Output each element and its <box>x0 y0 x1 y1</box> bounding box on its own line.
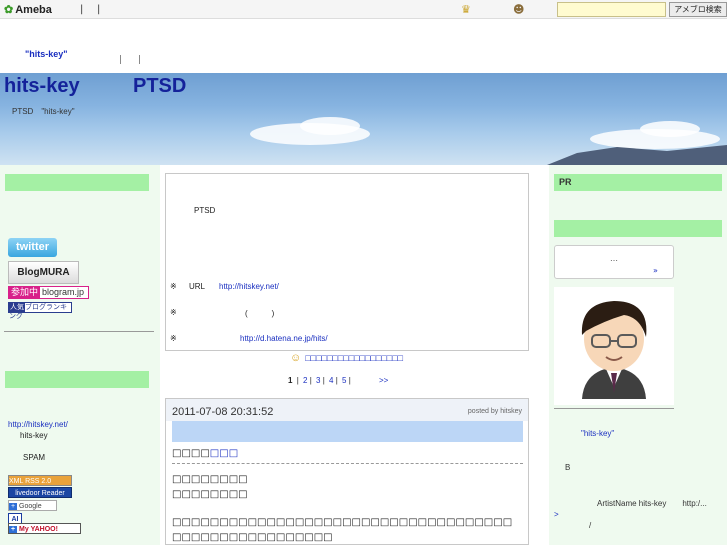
pr-heading: PR <box>554 174 722 191</box>
blogram-button[interactable]: 参加中 blogram.jp <box>8 286 89 299</box>
profile-name: hits-key <box>20 431 48 440</box>
profile-url-link[interactable]: http://hitskey.net/ <box>219 282 279 291</box>
topbar-separator: | <box>97 4 101 15</box>
page-link[interactable]: 5 <box>342 376 346 385</box>
speech-bubble: … » <box>554 245 674 279</box>
livedoor-reader-button[interactable]: livedoor Reader <box>8 487 72 498</box>
page-link[interactable]: 4 <box>329 376 333 385</box>
search-input[interactable] <box>557 2 666 17</box>
pagination: 1 | 2 | 3 | 4 | 5 | >> <box>288 376 389 385</box>
divider <box>4 331 154 332</box>
info-label: B <box>565 463 571 472</box>
info-text: / <box>589 521 592 530</box>
next-page-link[interactable]: >> <box>379 376 388 385</box>
divider <box>554 408 674 409</box>
ameba-topbar: ✿ Ameba | | ♛ ☻ アメブロ検索 <box>0 0 727 19</box>
blog-title[interactable]: hits-key <box>4 75 80 98</box>
profile-url-label: URL <box>189 282 206 291</box>
avatar[interactable] <box>554 287 674 405</box>
page-current: 1 <box>288 376 293 385</box>
right-sidebar: PR … » "hits-key" B ArtistName hits-key … <box>549 165 727 545</box>
cloud <box>300 117 360 135</box>
sub-header-separator: | <box>119 55 123 65</box>
entry-date: 2011-07-08 20:31:52 <box>172 406 274 418</box>
entry-body-line: □□□□□□□□□□□□□□□□□□□□□□□□□□□□□□□□□□□□ <box>172 517 513 528</box>
more-link[interactable]: » <box>653 266 658 275</box>
avatar-illustration <box>581 301 647 399</box>
sub-header-link[interactable]: "hits-key" <box>25 49 68 59</box>
sub-header: "hits-key" | | <box>0 19 727 73</box>
page-link[interactable]: 2 <box>303 376 307 385</box>
entry-body-line: □□□□□□□□□□□□□□□□□ <box>172 532 333 543</box>
blog-banner: hits-key PTSD PTSD "hits-key" <box>0 73 727 165</box>
entry-body-line: □□□□□□□□ <box>172 489 248 500</box>
page-link[interactable]: 3 <box>316 376 320 385</box>
plus-icon: + <box>9 503 18 510</box>
blogmura-button[interactable]: BlogMURA <box>8 261 79 284</box>
sidebar-heading-bar <box>5 174 149 191</box>
sub-header-separator: | <box>138 55 142 65</box>
ameba-logo[interactable]: ✿ Ameba <box>4 3 52 16</box>
crown-icon[interactable]: ♛ <box>461 3 471 16</box>
blog-title-suffix: PTSD <box>133 75 187 97</box>
left-sidebar: twitter BlogMURA 参加中 blogram.jp 人気ブログランキン… <box>0 165 160 545</box>
face-icon[interactable]: ☻ <box>513 3 524 16</box>
profile-text: PTSD <box>194 206 216 215</box>
artist-info: ArtistName hits-key http:/... <box>597 499 707 508</box>
profile-bullet: ※ <box>170 334 177 343</box>
entry-author: posted by hitskey <box>467 408 522 415</box>
profile-box: PTSD ※ URL http://hitskey.net/ ※ ( ) ※ h… <box>165 173 529 351</box>
profile-bullet: ※ <box>170 282 177 291</box>
search-button[interactable]: アメブロ検索 <box>669 2 727 17</box>
cloud <box>640 121 700 137</box>
profile-name-link[interactable]: "hits-key" <box>581 429 614 438</box>
plus-icon: + <box>9 526 18 533</box>
blog-entry: 2011-07-08 20:31:52 posted by hitskey □□… <box>165 398 529 545</box>
theme-link[interactable]: □□□ <box>210 448 238 459</box>
profile-text: ( ) <box>245 309 275 318</box>
google-reader-button[interactable]: + Google <box>8 500 57 511</box>
more-arrow-link[interactable]: > <box>554 510 559 519</box>
entry-header: 2011-07-08 20:31:52 posted by hitskey <box>166 399 528 421</box>
recommend-link[interactable]: ☺ □□□□□□□□□□□□□□□□□□ <box>290 352 403 364</box>
rss-feed-button[interactable]: XML RSS 2.0 <box>8 475 72 486</box>
entry-title-bar[interactable] <box>172 421 523 442</box>
entry-body-line: □□□□□□□□ <box>172 474 248 485</box>
smile-icon: ☺ <box>290 352 302 364</box>
hatena-link[interactable]: http://d.hatena.ne.jp/hits/ <box>240 334 328 343</box>
blog-description: PTSD "hits-key" <box>12 107 75 116</box>
spam-note: SPAM <box>23 453 46 462</box>
profile-bullet: ※ <box>170 308 177 317</box>
my-yahoo-button[interactable]: + My YAHOO! <box>8 523 81 534</box>
profile-url-link[interactable]: http://hitskey.net/ <box>8 420 68 429</box>
sidebar-heading-bar <box>5 371 149 388</box>
ameba-leaf-icon: ✿ <box>4 4 14 16</box>
topbar-separator: | <box>80 4 84 15</box>
mountain-graphic <box>547 145 727 165</box>
sidebar-heading-bar <box>554 220 722 237</box>
entry-theme: □□□□□□□ <box>172 447 523 464</box>
ranking-button[interactable]: 人気ブログランキング <box>8 302 72 320</box>
twitter-button[interactable]: twitter <box>8 238 57 257</box>
